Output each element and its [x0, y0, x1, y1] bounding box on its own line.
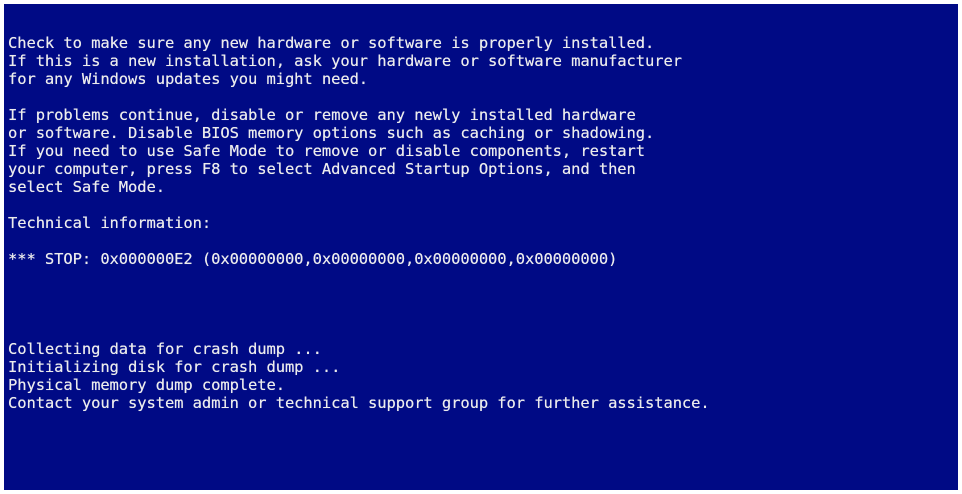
troubleshoot-line-4: your computer, press F8 to select Advanc… [8, 160, 636, 178]
stop-code-line: *** STOP: 0x000000E2 (0x00000000,0x00000… [8, 250, 618, 268]
advice-line-3: for any Windows updates you might need. [8, 70, 369, 88]
advice-paragraph-2: If problems continue, disable or remove … [8, 106, 954, 196]
troubleshoot-line-3: If you need to use Safe Mode to remove o… [8, 142, 645, 160]
technical-information-heading: Technical information: [8, 214, 212, 232]
troubleshoot-line-1: If problems continue, disable or remove … [8, 106, 636, 124]
bsod-text: Check to make sure any new hardware or s… [8, 34, 954, 482]
dump-line-3: Physical memory dump complete. [8, 376, 285, 394]
dump-line-2: Initializing disk for crash dump ... [8, 358, 341, 376]
troubleshoot-line-2: or software. Disable BIOS memory options… [8, 124, 655, 142]
advice-line-1: Check to make sure any new hardware or s… [8, 34, 655, 52]
dump-line-1: Collecting data for crash dump ... [8, 340, 322, 358]
troubleshoot-line-5: select Safe Mode. [8, 178, 165, 196]
bsod-screen: Check to make sure any new hardware or s… [0, 0, 962, 494]
advice-paragraph-1: Check to make sure any new hardware or s… [8, 34, 954, 88]
advice-line-2: If this is a new installation, ask your … [8, 52, 682, 70]
dump-line-4: Contact your system admin or technical s… [8, 394, 710, 412]
crash-dump-status: Collecting data for crash dump ... Initi… [8, 340, 954, 412]
